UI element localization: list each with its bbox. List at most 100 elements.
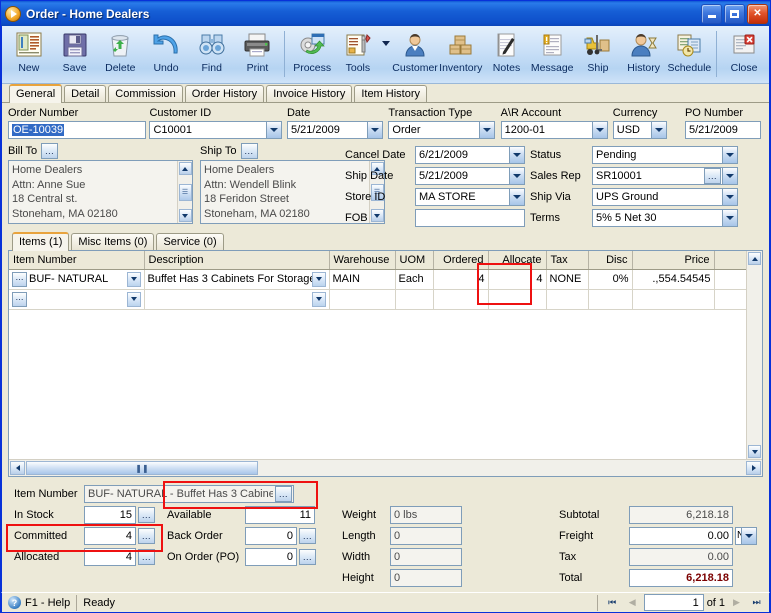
- tab-commission[interactable]: Commission: [108, 85, 183, 102]
- store-id-combo[interactable]: MA STORE: [415, 187, 525, 206]
- first-record-button[interactable]: ⏮: [604, 595, 621, 611]
- grid-horizontal-scrollbar[interactable]: ❚❚: [9, 459, 762, 476]
- cell-uom[interactable]: [395, 289, 434, 310]
- cell-price[interactable]: [632, 289, 715, 310]
- committed-ellipsis-button[interactable]: ...: [138, 527, 155, 544]
- cell-uom[interactable]: Each: [395, 269, 434, 290]
- cell-description[interactable]: Buffet Has 3 Cabinets For Storage: [144, 269, 330, 290]
- cell-ordered[interactable]: [433, 289, 489, 310]
- cell-item-number[interactable]: ⋯ BUF- NATURAL: [9, 269, 145, 290]
- grid-col-price[interactable]: Price: [632, 251, 715, 270]
- length-input[interactable]: 0: [390, 526, 462, 545]
- currency-combo[interactable]: USD: [612, 121, 667, 139]
- scroll-down-icon[interactable]: [178, 209, 192, 222]
- ship-date-combo[interactable]: 5/21/2009: [415, 166, 525, 185]
- item-lookup-ellipsis-button[interactable]: ⋯: [12, 271, 27, 287]
- chevron-down-icon[interactable]: [509, 145, 525, 164]
- chevron-down-icon[interactable]: [311, 271, 326, 287]
- chevron-down-icon[interactable]: [126, 291, 141, 307]
- record-number-input[interactable]: 1: [643, 594, 704, 611]
- tab-order-history[interactable]: Order History: [184, 85, 265, 102]
- chevron-down-icon[interactable]: [650, 121, 667, 139]
- tab-detail[interactable]: Detail: [64, 85, 107, 102]
- chevron-down-icon[interactable]: [311, 291, 326, 307]
- table-row[interactable]: ⋯: [9, 289, 746, 310]
- toolbar-button-process[interactable]: Process: [289, 27, 335, 83]
- scrollbar-track[interactable]: [259, 461, 746, 475]
- toolbar-button-customer[interactable]: Customer: [392, 27, 438, 83]
- chevron-down-icon[interactable]: [741, 526, 757, 545]
- terms-combo[interactable]: 5% 5 Net 30: [592, 208, 738, 227]
- previous-record-button[interactable]: ◀: [624, 595, 641, 611]
- on-order-po-input[interactable]: 0: [245, 547, 297, 566]
- bill-to-address-box[interactable]: Home Dealers Attn: Anne Sue 18 Central s…: [8, 160, 193, 224]
- scrollbar-thumb[interactable]: ☰: [178, 183, 192, 201]
- po-number-input[interactable]: 5/21/2009: [684, 121, 761, 139]
- grid-col-warehouse[interactable]: Warehouse: [329, 251, 396, 270]
- cell-description[interactable]: [144, 289, 330, 310]
- ar-account-combo[interactable]: 1200-01: [500, 121, 608, 139]
- grid-col-disc[interactable]: Disc: [588, 251, 633, 270]
- tab-misc-items[interactable]: Misc Items (0): [71, 233, 155, 250]
- ship-to-ellipsis-button[interactable]: ...: [240, 142, 258, 159]
- cell-warehouse[interactable]: MAIN: [329, 269, 396, 290]
- committed-input[interactable]: 4: [84, 526, 136, 545]
- on-order-po-ellipsis-button[interactable]: ...: [299, 548, 316, 565]
- cell-tax[interactable]: NONE: [546, 269, 589, 290]
- cancel-date-combo[interactable]: 6/21/2009: [415, 145, 525, 164]
- cell-tax[interactable]: [546, 289, 589, 310]
- cell-ordered[interactable]: 4: [433, 269, 489, 290]
- customer-id-combo[interactable]: C10001: [149, 121, 283, 139]
- scroll-up-icon[interactable]: [178, 162, 192, 175]
- ship-via-combo[interactable]: UPS Ground: [592, 187, 738, 206]
- chevron-down-icon[interactable]: [366, 121, 383, 139]
- line-items-grid[interactable]: Item Number Description Warehouse UOM Or…: [8, 250, 763, 477]
- bill-to-ellipsis-button[interactable]: ...: [41, 142, 59, 159]
- chevron-down-icon[interactable]: [509, 187, 525, 206]
- date-combo[interactable]: 5/21/2009: [286, 121, 383, 139]
- chevron-down-icon[interactable]: [722, 208, 738, 227]
- chevron-down-icon[interactable]: [722, 187, 738, 206]
- cell-item-number[interactable]: ⋯: [9, 289, 145, 310]
- toolbar-button-notes[interactable]: Notes: [484, 27, 530, 83]
- grid-col-total[interactable]: Total: [714, 251, 746, 270]
- toolbar-button-print[interactable]: Print: [235, 27, 281, 83]
- chevron-down-icon[interactable]: [722, 145, 738, 164]
- freight-input[interactable]: 0.00: [629, 526, 733, 545]
- minimize-button[interactable]: [701, 3, 722, 24]
- grid-col-item-number[interactable]: Item Number: [9, 251, 145, 270]
- order-number-input[interactable]: OE-10039: [8, 121, 146, 139]
- sales-rep-ellipsis-button[interactable]: ...: [704, 167, 721, 184]
- back-order-ellipsis-button[interactable]: ...: [299, 527, 316, 544]
- grid-col-uom[interactable]: UOM: [395, 251, 434, 270]
- tab-general[interactable]: General: [9, 84, 63, 103]
- scroll-up-icon[interactable]: [748, 252, 761, 265]
- chevron-down-icon[interactable]: [479, 121, 496, 139]
- toolbar-button-save[interactable]: Save: [52, 27, 98, 83]
- cell-disc[interactable]: 0%: [588, 269, 633, 290]
- toolbar-button-history[interactable]: History: [621, 27, 667, 83]
- cell-disc[interactable]: [588, 289, 633, 310]
- cell-warehouse[interactable]: [329, 289, 396, 310]
- tab-item-history[interactable]: Item History: [354, 85, 428, 102]
- cell-price[interactable]: .,554.54545: [632, 269, 715, 290]
- item-lookup-ellipsis-button[interactable]: ⋯: [12, 291, 27, 307]
- grid-col-description[interactable]: Description: [144, 251, 330, 270]
- chevron-down-icon[interactable]: [591, 121, 608, 139]
- width-input[interactable]: 0: [390, 547, 462, 566]
- tools-dropdown-arrow-icon[interactable]: [381, 27, 392, 83]
- toolbar-button-ship[interactable]: Ship: [575, 27, 621, 83]
- fob-input[interactable]: [415, 208, 525, 227]
- scroll-left-icon[interactable]: [10, 461, 25, 475]
- sales-rep-combo[interactable]: SR10001 ...: [592, 166, 738, 185]
- toolbar-button-delete[interactable]: Delete: [97, 27, 143, 83]
- bill-to-scrollbar[interactable]: ☰: [177, 161, 192, 223]
- cell-allocate[interactable]: 4: [488, 269, 547, 290]
- toolbar-button-message[interactable]: Message: [529, 27, 575, 83]
- scrollbar-thumb[interactable]: ❚❚: [26, 461, 258, 475]
- detail-item-number-input[interactable]: BUF- NATURAL - Buffet Has 3 Cabinets For…: [84, 484, 294, 503]
- table-row[interactable]: ⋯ BUF- NATURAL Buffet Has 3 Cabinets For…: [9, 269, 746, 290]
- maximize-button[interactable]: [724, 3, 745, 24]
- toolbar-button-tools[interactable]: Tools: [335, 27, 381, 83]
- chevron-down-icon[interactable]: [509, 166, 525, 185]
